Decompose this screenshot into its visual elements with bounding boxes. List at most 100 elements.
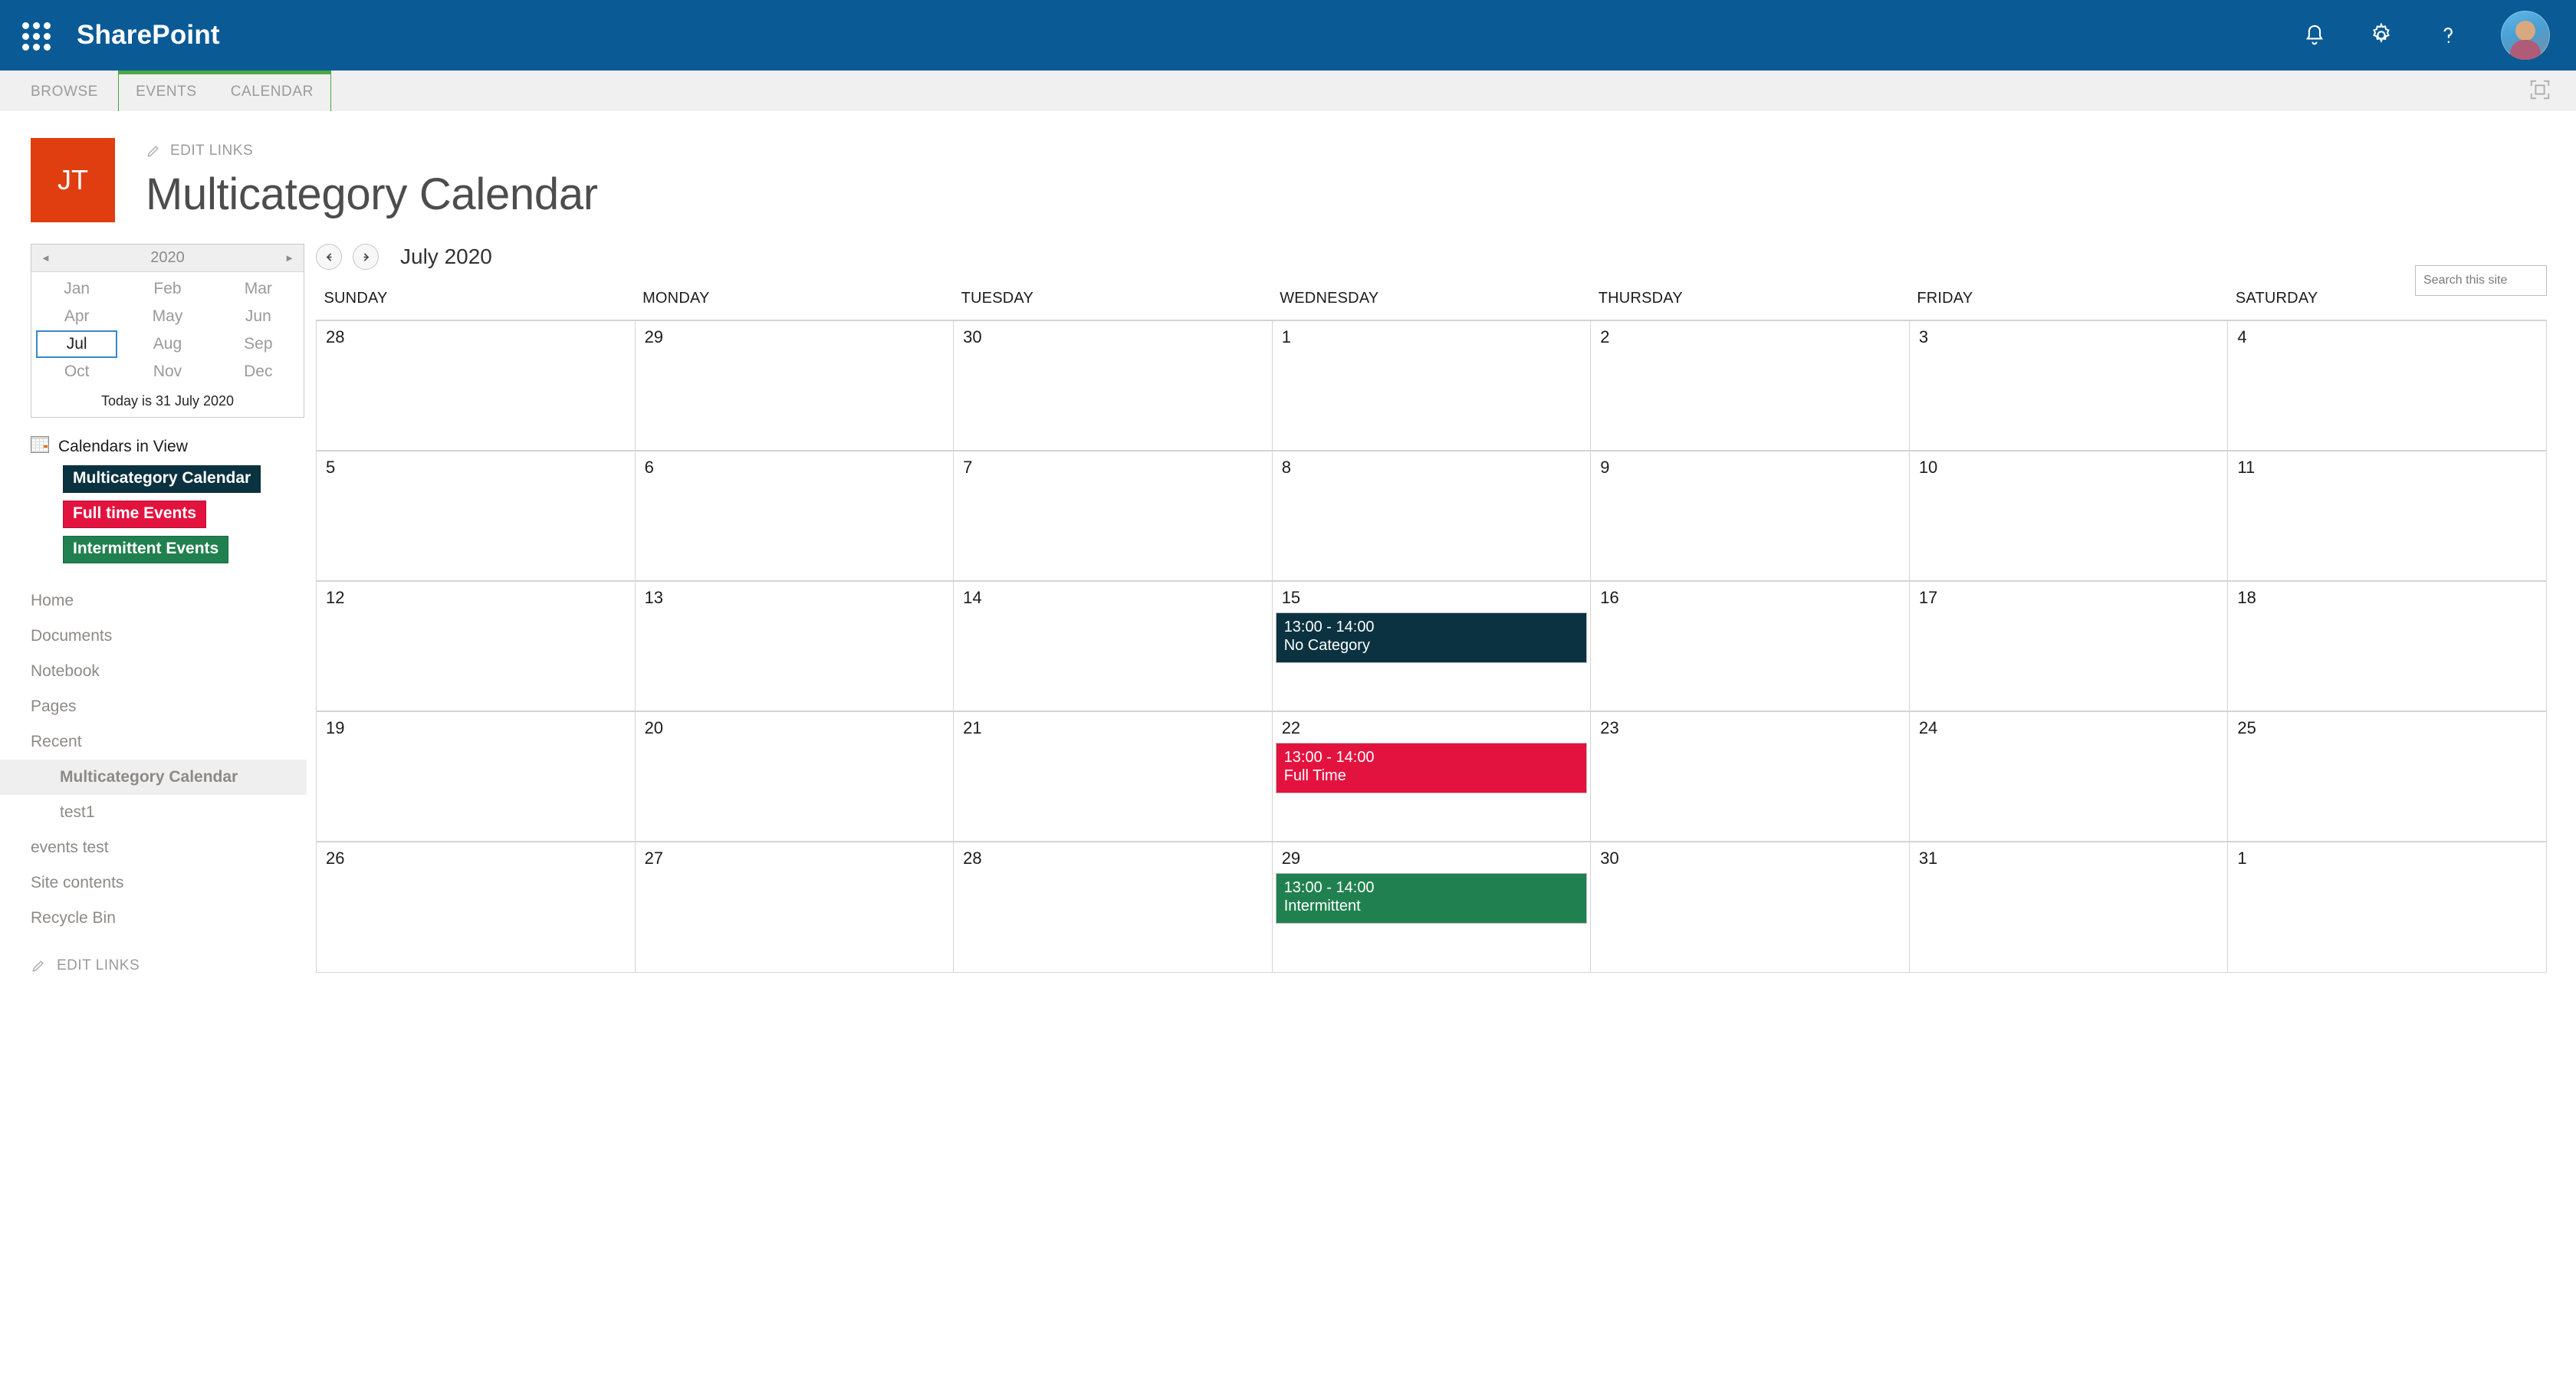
calendar-day-cell[interactable]: 12 <box>316 580 636 712</box>
calendar-week-row: 5 6 7 8 9 10 11 <box>316 450 2547 582</box>
calendar-day-cell[interactable]: 23 <box>1590 711 1910 842</box>
calendar-day-cell[interactable]: 19 <box>316 711 636 842</box>
focus-on-content-icon[interactable] <box>2528 78 2551 105</box>
quick-launch-nav: Home Documents Notebook Pages Recent Multicat… <box>0 583 307 936</box>
calendar-event[interactable]: 13:00 - 14:00 No Category <box>1275 612 1588 663</box>
notifications-icon[interactable] <box>2302 22 2328 48</box>
tab-calendar[interactable]: CALENDAR <box>214 84 330 111</box>
calendar-day-cell[interactable]: 20 <box>634 711 955 842</box>
day-number: 19 <box>326 718 345 737</box>
month-cell-feb[interactable]: Feb <box>122 275 212 303</box>
calendar-day-cell[interactable]: 13 <box>634 580 955 712</box>
month-cell-sep[interactable]: Sep <box>213 330 304 358</box>
nav-item-notebook[interactable]: Notebook <box>0 654 307 689</box>
day-number: 29 <box>1281 849 1301 868</box>
previous-month-button[interactable] <box>316 244 342 270</box>
nav-item-documents[interactable]: Documents <box>0 619 307 654</box>
calendar-day-cell[interactable]: 18 <box>2227 580 2547 712</box>
calendar-day-cell[interactable]: 28 <box>953 841 1273 973</box>
search-input[interactable] <box>2416 266 2576 295</box>
calendar-day-cell[interactable]: 24 <box>1908 711 2229 842</box>
calendar-day-cell[interactable]: 1 <box>1271 320 1592 451</box>
calendar-grid: SUNDAY MONDAY TUESDAY WEDNESDAY THURSDAY FRID… <box>316 290 2547 973</box>
calendar-day-cell[interactable]: 3 <box>1908 320 2229 451</box>
month-cell-may[interactable]: May <box>122 303 212 330</box>
calendar-day-cell[interactable]: 17 <box>1908 580 2229 712</box>
calendar-legend-chips: Multicategory Calendar Full time Events In… <box>31 465 307 563</box>
nav-item-recycle-bin[interactable]: Recycle Bin <box>0 901 307 936</box>
contextual-tab-group: EVENTS CALENDAR <box>118 71 331 111</box>
day-number: 26 <box>326 849 345 868</box>
calendar-day-cell[interactable]: 14 <box>953 580 1273 712</box>
day-number: 29 <box>644 327 664 346</box>
calendar-day-cell[interactable]: 26 <box>316 841 636 973</box>
month-cell-mar[interactable]: Mar <box>213 275 304 303</box>
site-header: JT EDIT LINKS Multicategory Calendar <box>0 112 2576 296</box>
nav-item-recent[interactable]: Recent <box>0 724 307 760</box>
nav-item-home[interactable]: Home <box>0 583 307 619</box>
calendar-day-cell[interactable]: 9 <box>1590 450 1910 582</box>
calendar-day-cell[interactable]: 31 <box>1908 841 2229 973</box>
nav-item-test1[interactable]: test1 <box>0 795 307 830</box>
calendar-day-cell[interactable]: 4 <box>2227 320 2547 451</box>
day-number: 1 <box>1281 327 1291 346</box>
edit-links-top-label: EDIT LINKS <box>170 143 254 159</box>
day-number: 13 <box>644 588 664 607</box>
legend-chip[interactable]: Full time Events <box>63 501 207 528</box>
calendar-day-cell[interactable]: 21 <box>953 711 1273 842</box>
month-picker-next-year-icon[interactable]: ► <box>284 253 294 263</box>
calendar-day-cell[interactable]: 25 <box>2227 711 2547 842</box>
calendar-day-cell[interactable]: 1 <box>2227 841 2547 973</box>
suite-title[interactable]: SharePoint <box>77 20 220 51</box>
tab-events[interactable]: EVENTS <box>119 84 214 111</box>
calendar-day-cell[interactable]: 2 <box>1590 320 1910 451</box>
day-number: 25 <box>2237 718 2256 737</box>
next-month-button[interactable] <box>353 244 379 270</box>
settings-icon[interactable] <box>2367 21 2395 49</box>
month-cell-jun[interactable]: Jun <box>213 303 304 330</box>
calendar-toolbar: July 2020 <box>316 244 2547 290</box>
month-cell-nov[interactable]: Nov <box>122 358 212 386</box>
month-cell-apr[interactable]: Apr <box>31 303 122 330</box>
legend-chip[interactable]: Intermittent Events <box>63 536 229 563</box>
nav-item-pages[interactable]: Pages <box>0 689 307 724</box>
edit-links-bottom[interactable]: EDIT LINKS <box>31 957 140 974</box>
tab-browse[interactable]: BROWSE <box>0 84 118 111</box>
calendar-day-cell[interactable]: 30 <box>953 320 1273 451</box>
calendar-day-cell[interactable]: 10 <box>1908 450 2229 582</box>
day-number: 11 <box>2237 458 2256 477</box>
search-box[interactable] <box>2415 265 2576 296</box>
legend-chip[interactable]: Multicategory Calendar <box>63 465 261 493</box>
month-cell-oct[interactable]: Oct <box>31 358 122 386</box>
calendar-day-cell[interactable]: 15 13:00 - 14:00 No Category <box>1271 580 1592 712</box>
calendar-day-cell[interactable]: 29 <box>634 320 955 451</box>
edit-links-top[interactable]: EDIT LINKS <box>146 143 253 159</box>
nav-item-site-contents[interactable]: Site contents <box>0 865 307 901</box>
calendar-event[interactable]: 13:00 - 14:00 Full Time <box>1275 743 1588 793</box>
user-avatar[interactable] <box>2501 11 2550 60</box>
calendar-day-cell[interactable]: 6 <box>634 450 955 582</box>
calendar-day-cell[interactable]: 5 <box>316 450 636 582</box>
calendar-day-cell[interactable]: 29 13:00 - 14:00 Intermittent <box>1271 841 1592 973</box>
calendar-day-cell[interactable]: 30 <box>1590 841 1910 973</box>
month-cell-dec[interactable]: Dec <box>213 358 304 386</box>
site-logo[interactable]: JT <box>31 138 115 222</box>
month-picker-grid: Jan Feb Mar Apr May Jun Jul Aug Sep Oct Nov Dec <box>31 272 304 387</box>
app-launcher-icon[interactable] <box>15 15 55 55</box>
month-cell-jul[interactable]: Jul <box>36 330 118 358</box>
month-cell-jan[interactable]: Jan <box>31 275 122 303</box>
calendar-day-cell[interactable]: 16 <box>1590 580 1910 712</box>
calendar-day-cell[interactable]: 8 <box>1271 450 1592 582</box>
calendar-day-cell[interactable]: 11 <box>2227 450 2547 582</box>
calendar-day-cell[interactable]: 27 <box>634 841 955 973</box>
calendar-event[interactable]: 13:00 - 14:00 Intermittent <box>1275 873 1588 924</box>
calendar-day-cell[interactable]: 7 <box>953 450 1273 582</box>
calendar-day-cell[interactable]: 22 13:00 - 14:00 Full Time <box>1271 711 1592 842</box>
month-cell-aug[interactable]: Aug <box>122 330 212 358</box>
nav-item-multicategory-calendar[interactable]: Multicategory Calendar <box>0 760 307 796</box>
calendar-day-cell[interactable]: 28 <box>316 320 636 451</box>
nav-item-events-test[interactable]: events test <box>0 830 307 865</box>
month-picker-prev-year-icon[interactable]: ◄ <box>41 253 51 263</box>
help-icon[interactable] <box>2435 22 2461 48</box>
day-number: 9 <box>1600 458 1610 477</box>
